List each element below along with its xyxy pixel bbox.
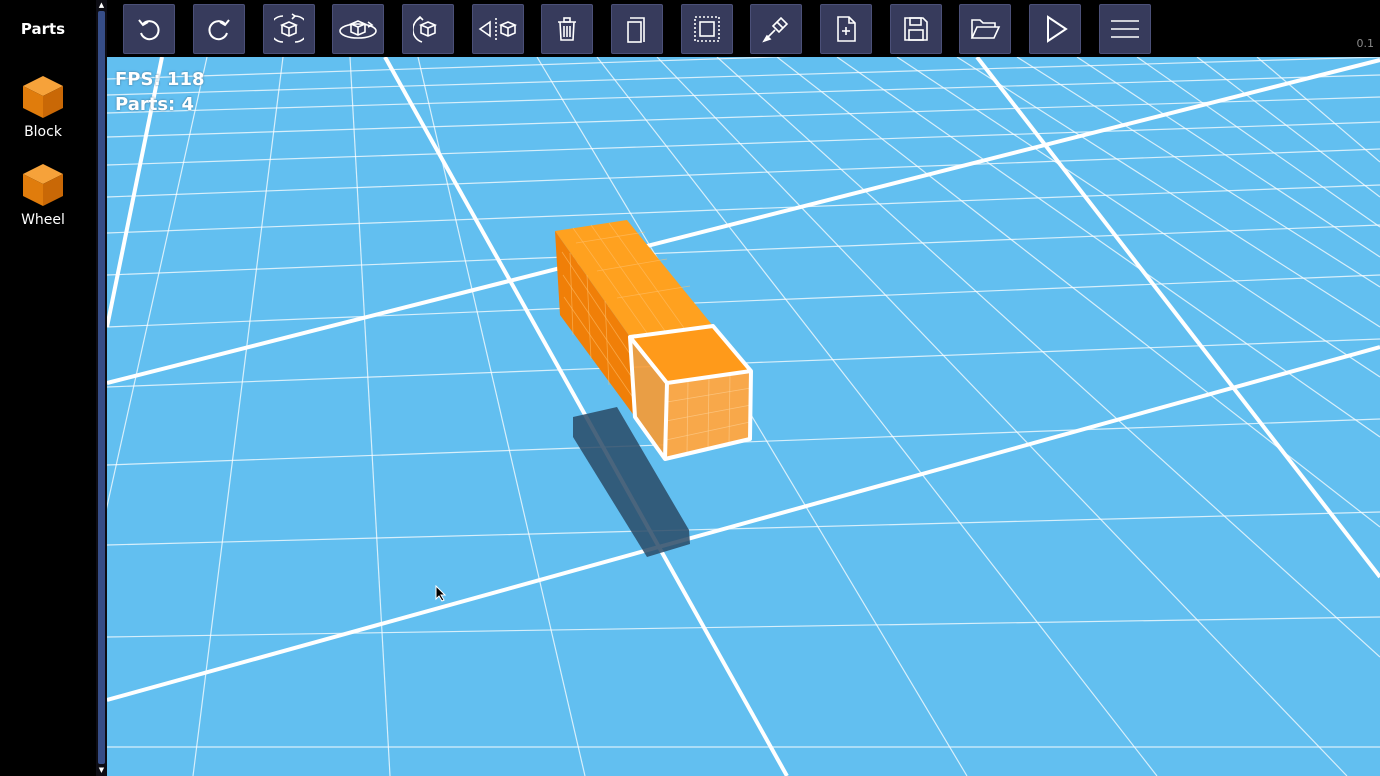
scroll-thumb[interactable] <box>98 11 105 764</box>
new-file-icon <box>831 14 861 44</box>
version-label: 0.1 <box>1356 37 1375 50</box>
copy-icon <box>622 14 652 44</box>
undo-button[interactable] <box>123 4 175 54</box>
rotate-cube-roll-icon <box>413 12 443 46</box>
rotate-cube-horizontal-icon <box>338 14 378 44</box>
part-item-block[interactable]: Block <box>0 74 86 154</box>
open-folder-icon <box>969 14 1001 44</box>
hamburger-menu-icon <box>1109 14 1141 44</box>
rotate-horizontal-button[interactable] <box>332 4 384 54</box>
select-button[interactable] <box>681 4 733 54</box>
paint-brush-icon <box>761 14 791 44</box>
scroll-down-arrow-icon[interactable]: ▼ <box>98 766 105 775</box>
mirror-cube-icon <box>476 14 520 44</box>
mirror-button[interactable] <box>472 4 524 54</box>
part-label-block: Block <box>24 124 62 140</box>
part-item-wheel[interactable]: Wheel <box>0 162 86 242</box>
parts-counter: Parts: 4 <box>115 94 195 115</box>
redo-button[interactable] <box>193 4 245 54</box>
scene-canvas[interactable] <box>107 57 1380 776</box>
menu-button[interactable] <box>1099 4 1151 54</box>
selection-box-icon <box>692 14 722 44</box>
trash-icon <box>552 14 582 44</box>
orange-cube-icon <box>21 162 65 208</box>
rotate-cube-vertical-icon <box>274 12 304 46</box>
new-file-button[interactable] <box>820 4 872 54</box>
redo-icon <box>204 14 234 44</box>
sidebar-title: Parts <box>20 20 66 38</box>
delete-button[interactable] <box>541 4 593 54</box>
mouse-cursor-icon <box>435 584 447 606</box>
3d-viewport[interactable]: FPS: 118 Parts: 4 <box>107 57 1380 776</box>
rotate-roll-button[interactable] <box>402 4 454 54</box>
fps-counter: FPS: 118 <box>115 69 205 90</box>
undo-icon <box>134 14 164 44</box>
open-button[interactable] <box>959 4 1011 54</box>
play-icon <box>1040 14 1070 44</box>
sidebar-scrollbar[interactable]: ▲ ▼ <box>96 0 107 776</box>
part-label-wheel: Wheel <box>21 212 65 228</box>
scroll-up-arrow-icon[interactable]: ▲ <box>98 1 105 10</box>
copy-button[interactable] <box>611 4 663 54</box>
paint-button[interactable] <box>750 4 802 54</box>
play-button[interactable] <box>1029 4 1081 54</box>
rotate-vertical-button[interactable] <box>263 4 315 54</box>
toolbar: 0.1 <box>107 0 1380 57</box>
save-button[interactable] <box>890 4 942 54</box>
orange-cube-icon <box>21 74 65 120</box>
save-icon <box>901 14 931 44</box>
parts-sidebar: Parts Block Wheel <box>0 0 96 776</box>
